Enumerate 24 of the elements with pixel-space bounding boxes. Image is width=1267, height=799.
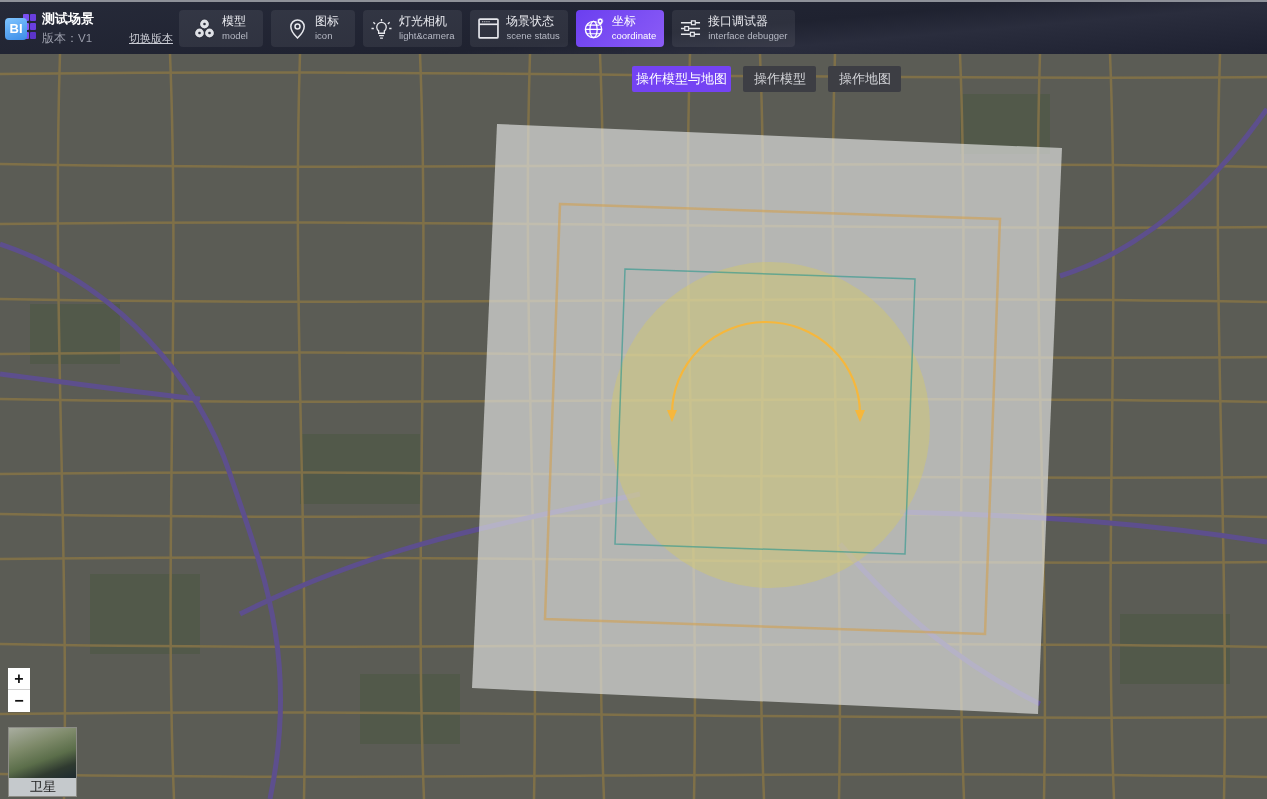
zoom-in-button[interactable]: +: [8, 668, 30, 690]
location-pin-icon: [287, 17, 308, 39]
version-label: 版本：V1: [42, 30, 93, 46]
nav-tab[interactable]: 场景状态 scene status: [470, 9, 568, 47]
switch-version-link[interactable]: 切换版本: [129, 30, 173, 46]
globe-pin-icon: [583, 17, 605, 39]
mode-button[interactable]: 操作地图: [828, 66, 901, 92]
nav-tab[interactable]: 灯光相机 light&camera: [363, 9, 463, 47]
mode-button[interactable]: 操作模型: [743, 66, 816, 92]
lightbulb-icon: [371, 17, 392, 39]
nav-tab[interactable]: 模型 model: [179, 9, 263, 47]
app-title: 测试场景: [42, 10, 95, 27]
mode-button[interactable]: 操作模型与地图: [632, 66, 731, 92]
satellite-layer-button[interactable]: 卫星: [8, 727, 77, 797]
window-icon: [478, 17, 500, 39]
app-logo: BI: [5, 12, 37, 44]
photo-placeholder: [9, 728, 76, 778]
curved-arrow-icon[interactable]: [667, 321, 865, 422]
nav-tab[interactable]: 接口调试器 interface debugger: [672, 9, 796, 47]
nav-tab[interactable]: 图标 icon: [271, 9, 355, 47]
spheres-icon: [194, 17, 216, 39]
zoom-out-button[interactable]: −: [8, 690, 30, 712]
sliders-icon: [680, 17, 702, 39]
nav-tab[interactable]: 坐标 coordinate: [575, 9, 665, 47]
